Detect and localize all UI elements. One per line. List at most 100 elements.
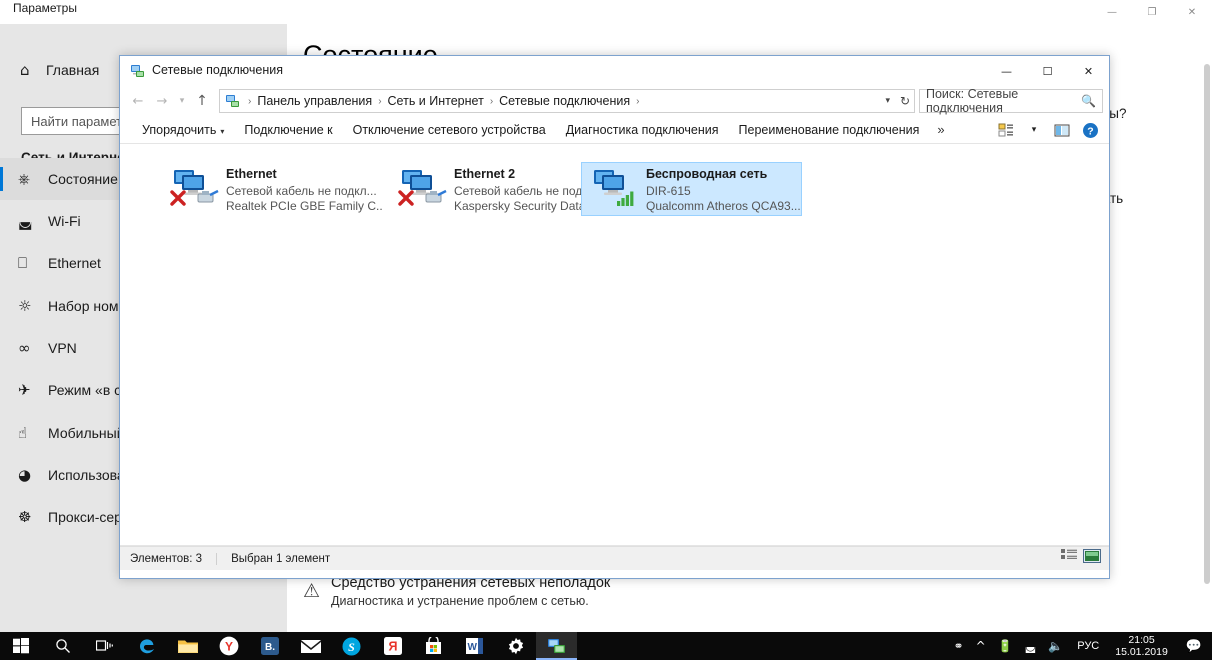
network-connections-icon [130,63,146,79]
yandex-browser-icon[interactable]: Y [208,632,249,660]
sidebar-item-ethernet-label: Ethernet [48,255,101,271]
address-dropdown-icon[interactable]: ▾ [885,96,890,106]
connection-status: Сетевой кабель не подкл... [226,184,382,198]
explorer-title: Сетевые подключения [152,63,283,77]
organize-button[interactable]: Упорядочить▾ [132,119,234,141]
clock-date: 15.01.2019 [1115,646,1168,658]
yandex-icon[interactable]: Я [372,632,413,660]
file-explorer-icon[interactable] [167,632,208,660]
screen: Параметры — ❐ ✕ ⌂ Главная Найти параметр… [0,0,1212,660]
breadcrumb-separator-1: › [375,96,384,107]
refresh-icon[interactable]: ↻ [900,94,910,108]
chevron-down-icon[interactable]: ▾ [174,89,190,113]
connect-to-button[interactable]: Подключение к [234,119,342,141]
network-connections-window: Сетевые подключения — ☐ ✕ ← → ▾ ↑ [119,55,1110,579]
search-input[interactable]: Поиск: Сетевые подключения 🔍 [919,89,1103,113]
microsoft-store-icon[interactable] [413,632,454,660]
settings-scrollbar[interactable] [1204,64,1210,584]
preview-pane-icon[interactable] [1051,119,1073,141]
chevron-up-icon[interactable]: ^ [970,639,992,653]
address-bar[interactable]: › Панель управления › Сеть и Интернет › … [219,89,915,113]
disable-network-device-button[interactable]: Отключение сетевого устройства [343,119,556,141]
word-icon[interactable]: W [454,632,495,660]
wifi-icon: ◛ [18,212,48,230]
explorer-maximize-button[interactable]: ☐ [1027,56,1068,86]
address-bar-icon [225,93,241,109]
taskbar: Y B. S Я [0,632,1212,660]
breadcrumb-separator-0: › [245,96,254,107]
people-icon[interactable]: ⚭ [948,639,970,653]
search-icon: 🔍 [1081,94,1096,108]
more-commands-button[interactable]: » [929,118,952,141]
settings-restore-button[interactable]: ❐ [1132,0,1172,24]
explorer-navigation-bar: ← → ▾ ↑ › Панель управления › Сеть и Инт… [120,86,1109,116]
diagnose-connection-button[interactable]: Диагностика подключения [556,119,729,141]
search-placeholder: Поиск: Сетевые подключения [926,87,1081,115]
large-icons-view-icon[interactable] [1083,549,1101,568]
connection-item-ethernet[interactable]: Ethernet Сетевой кабель не подкл... Real… [162,163,382,215]
vk-icon[interactable]: B. [249,632,290,660]
mail-icon[interactable] [290,632,331,660]
connection-item-ethernet-2[interactable]: Ethernet 2 Сетевой кабель не подкл... Ka… [390,163,610,215]
connection-name: Беспроводная сеть [646,167,767,181]
help-icon[interactable]: ? [1079,119,1101,141]
task-view-icon[interactable] [84,632,126,660]
breadcrumb-item-network-connections[interactable]: Сетевые подключения [496,94,633,108]
svg-text:Я: Я [388,640,397,654]
svg-text:?: ? [1087,125,1093,137]
network-troubleshooter[interactable]: ⚠ Средство устранения сетевых неполадок … [303,575,610,608]
breadcrumb-item-network-internet[interactable]: Сеть и Интернет [385,94,487,108]
clock-time: 21:05 [1115,634,1168,646]
settings-search-placeholder: Найти параметр [31,114,129,129]
arrow-left-icon[interactable]: ← [126,89,150,113]
volume-icon[interactable]: 🔈 [1042,639,1069,653]
breadcrumb-item-control-panel[interactable]: Панель управления [254,94,375,108]
sidebar-item-status-label: Состояние [48,171,118,187]
explorer-minimize-button[interactable]: — [986,56,1027,86]
language-indicator[interactable]: РУС [1069,640,1107,652]
explorer-close-button[interactable]: ✕ [1068,56,1109,86]
wifi-icon[interactable]: ◛ [1019,639,1043,653]
search-icon[interactable] [42,632,84,660]
proxy-icon: ☸ [18,508,48,526]
settings-minimize-button[interactable]: — [1092,0,1132,24]
svg-text:B.: B. [265,642,275,653]
connection-adapter: Qualcomm Atheros QCA93... [646,199,801,213]
status-selection: Выбран 1 элемент [216,553,330,565]
battery-icon[interactable]: 🔋 [992,639,1019,653]
skype-icon[interactable]: S [331,632,372,660]
details-view-icon[interactable] [1061,549,1077,568]
airplane-icon: ✈ [18,381,48,399]
settings-close-button[interactable]: ✕ [1172,0,1212,24]
network-connections-icon[interactable] [536,632,577,660]
connection-item-wireless[interactable]: Беспроводная сеть DIR-615 Qualcomm Ather… [581,162,802,216]
settings-title: Параметры [13,1,77,15]
dialup-icon: ☼ [18,297,48,315]
network-adapter-disconnected-icon [170,167,222,211]
explorer-titlebar[interactable]: Сетевые подключения — ☐ ✕ [120,56,1109,86]
vpn-icon: ∞ [18,339,48,357]
sidebar-item-vpn-label: VPN [48,340,77,356]
explorer-window-controls: — ☐ ✕ [986,56,1109,86]
action-center-icon[interactable]: 💬 [1176,639,1212,654]
edge-icon[interactable] [126,632,167,660]
arrow-right-icon[interactable]: → [150,89,174,113]
explorer-command-bar: Упорядочить▾ Подключение к Отключение се… [120,116,1109,144]
settings-window-controls: — ❐ ✕ [1092,0,1212,24]
settings-titlebar: Параметры — ❐ ✕ [0,0,1212,24]
command-bar-right-group: ▾ ? [995,116,1101,144]
hotspot-icon: ☝ [18,424,48,442]
rename-connection-button[interactable]: Переименование подключения [729,119,930,141]
system-tray: ⚭ ^ 🔋 ◛ 🔈 РУС 21:05 15.01.2019 💬 [948,632,1212,660]
settings-icon[interactable] [495,632,536,660]
connection-name: Ethernet [226,167,277,181]
breadcrumb-separator-3: › [633,96,642,107]
clock[interactable]: 21:05 15.01.2019 [1107,634,1176,658]
change-view-icon[interactable] [995,119,1017,141]
chevron-down-icon[interactable]: ▾ [1023,119,1045,141]
arrow-up-icon[interactable]: ↑ [190,89,214,113]
windows-start-icon[interactable] [0,632,42,660]
status-items-count: Элементов: 3 [130,553,202,565]
status-view-buttons [1061,549,1101,568]
chevron-down-icon: ▾ [220,127,224,136]
